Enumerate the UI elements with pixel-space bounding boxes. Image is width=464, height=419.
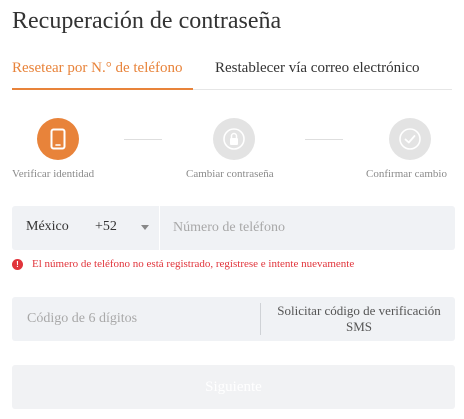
progress-steps: Verificar identidad Cambiar contraseña C… [0, 118, 464, 188]
tab-reset-by-email[interactable]: Restablecer vía correo electrónico [215, 60, 419, 77]
phone-error-message: ! El número de teléfono no está registra… [12, 258, 457, 274]
field-divider [159, 206, 160, 250]
error-text: El número de teléfono no está registrado… [32, 258, 355, 270]
step-label-confirm-change: Confirmar cambio [366, 168, 447, 180]
field-divider [260, 303, 261, 335]
phone-number-input[interactable] [162, 206, 455, 250]
dial-code[interactable]: +52 [95, 219, 117, 235]
tab-reset-by-phone[interactable]: Resetear por N.° de teléfono [12, 60, 183, 77]
verification-code-row: Solicitar código de verificación SMS [12, 297, 455, 341]
step-change-password-circle [213, 118, 255, 160]
page-title: Recuperación de contraseña [12, 8, 282, 34]
recovery-method-tabs: Resetear por N.° de teléfono Restablecer… [12, 56, 452, 90]
country-selector[interactable]: México [26, 219, 69, 235]
smartphone-icon [50, 128, 66, 150]
verification-code-input[interactable] [12, 297, 260, 341]
active-tab-indicator [12, 88, 193, 90]
chevron-down-icon[interactable] [141, 225, 149, 230]
lock-icon [223, 128, 245, 150]
check-circle-icon [399, 128, 421, 150]
step-connector [124, 139, 162, 140]
step-label-verify-identity: Verificar identidad [12, 168, 95, 180]
next-button[interactable]: Siguiente [12, 365, 455, 409]
step-confirm-change-circle [389, 118, 431, 160]
phone-number-row: México +52 [12, 206, 455, 250]
error-icon: ! [12, 259, 23, 270]
step-label-change-password: Cambiar contraseña [186, 168, 274, 180]
step-verify-identity-circle [37, 118, 79, 160]
step-connector [305, 139, 343, 140]
request-sms-code-button[interactable]: Solicitar código de verificación SMS [263, 297, 455, 341]
